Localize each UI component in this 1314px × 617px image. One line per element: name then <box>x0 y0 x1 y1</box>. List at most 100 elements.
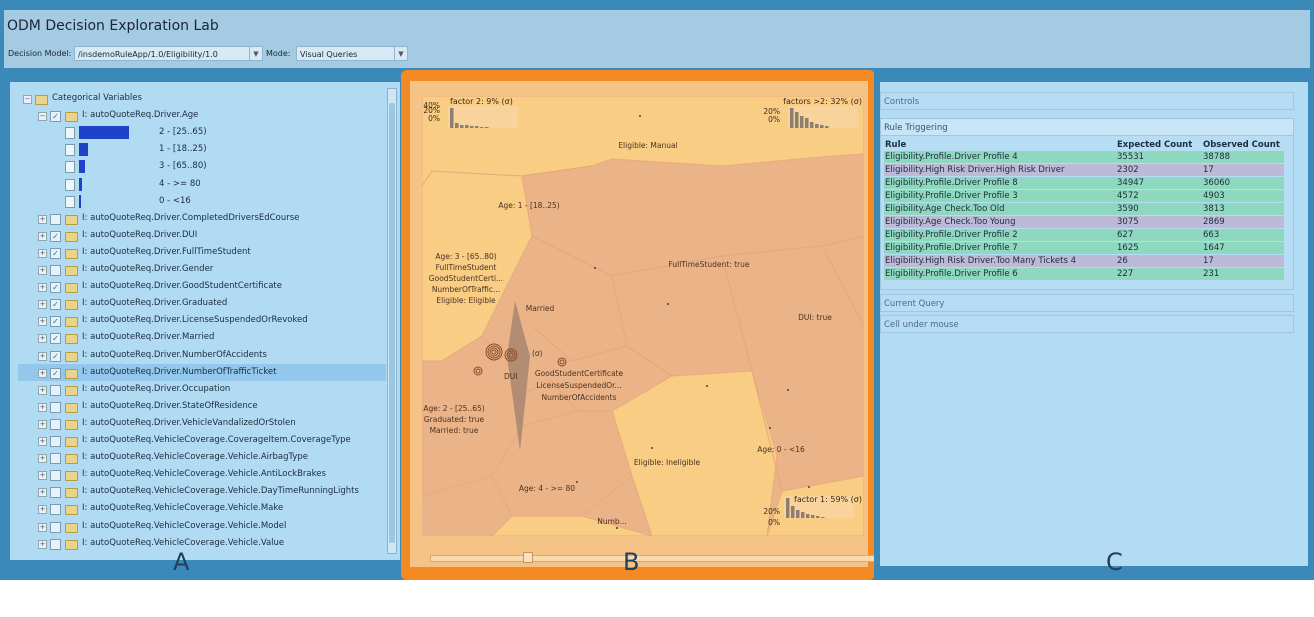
checkbox[interactable]: ✓ <box>50 299 61 311</box>
expand-icon[interactable]: + <box>38 300 47 310</box>
rule-row[interactable]: Eligibility.Profile.Driver Profile 4 3553… <box>884 151 1284 164</box>
rule-row[interactable]: Eligibility.High Risk Driver.High Risk D… <box>884 163 1284 177</box>
checkbox[interactable] <box>50 213 61 225</box>
checkbox[interactable]: ✓ <box>50 316 61 328</box>
expand-icon[interactable]: + <box>38 266 47 275</box>
col-header-rule[interactable]: Rule <box>884 139 1116 151</box>
expand-icon[interactable]: + <box>38 248 47 258</box>
expand-icon[interactable]: + <box>38 334 47 344</box>
cell-under-mouse-header[interactable]: Cell under mouse <box>880 315 1294 333</box>
tree-node[interactable]: + I: autoQuoteReq.VehicleCoverage.Vehicle… <box>10 466 386 483</box>
expand-icon[interactable]: + <box>38 368 47 378</box>
expand-icon[interactable]: + <box>38 214 47 224</box>
rule-row[interactable]: Eligibility.Profile.Driver Profile 3 4572… <box>884 189 1284 203</box>
tree-root-row[interactable]: − Categorical Variables <box>10 90 386 107</box>
age-bin-row[interactable]: 0 - <16 <box>10 193 386 210</box>
checkbox[interactable]: ✓ <box>50 333 61 345</box>
tree-node[interactable]: + I: autoQuoteReq.VehicleCoverage.Vehicle… <box>10 483 386 500</box>
checkbox[interactable] <box>50 436 61 447</box>
chevron-down-icon[interactable]: ▼ <box>249 47 262 60</box>
tree-node[interactable]: + I: autoQuoteReq.Driver.CompletedDrivers… <box>10 210 386 227</box>
expand-icon[interactable]: + <box>38 437 47 446</box>
age-bin-row[interactable]: 2 - [25..65) <box>10 124 386 141</box>
checkbox[interactable]: ✓ <box>50 367 61 379</box>
checkbox[interactable] <box>50 453 61 465</box>
checkbox[interactable]: ✓ <box>50 111 61 123</box>
tree-node[interactable]: + I: autoQuoteReq.Driver.StateOfResidence <box>10 398 386 415</box>
mode-select[interactable]: Visual Queries ▼ <box>296 46 408 61</box>
checkbox[interactable] <box>50 265 61 276</box>
tree-node-age[interactable]: − ✓ I: autoQuoteReq.Driver.Age <box>10 107 386 124</box>
collapse-icon[interactable]: − <box>38 112 47 122</box>
tree-node[interactable]: + ✓ I: autoQuoteReq.Driver.DUI <box>10 227 386 244</box>
current-query-header[interactable]: Current Query <box>880 294 1294 312</box>
tree-scrollbar[interactable] <box>387 88 397 554</box>
checkbox[interactable] <box>50 401 61 413</box>
expand-icon[interactable]: + <box>38 522 47 532</box>
tree-node[interactable]: + ✓ I: autoQuoteReq.Driver.Graduated <box>10 295 386 312</box>
col-header-observed[interactable]: Observed Count <box>1202 139 1284 151</box>
checkbox[interactable] <box>50 504 61 516</box>
tree-node[interactable]: + I: autoQuoteReq.VehicleCoverage.Vehicle… <box>10 449 386 466</box>
tree-node[interactable]: + I: autoQuoteReq.Driver.VehicleVandalize… <box>10 415 386 432</box>
age-bin-row[interactable]: 3 - [65..80) <box>10 158 386 175</box>
rule-row[interactable]: Eligibility.High Risk Driver.Too Many Ti… <box>884 254 1284 268</box>
map-label: Eligible: Ineligible <box>634 458 701 467</box>
tree-node[interactable]: + ✓ I: autoQuoteReq.Driver.NumberOfTraffic… <box>18 363 386 381</box>
expand-icon[interactable]: + <box>38 385 47 395</box>
expand-icon[interactable]: + <box>38 539 47 549</box>
factor-tick: 0% <box>768 518 780 527</box>
checkbox[interactable] <box>50 487 61 499</box>
controls-section-header[interactable]: Controls <box>880 92 1294 110</box>
mode-value: Visual Queries <box>300 50 358 59</box>
decision-model-select[interactable]: /insdemoRuleApp/1.0/Eligibility/1.0 ▼ <box>74 46 263 61</box>
age-bin-row[interactable]: 1 - [18..25) <box>10 141 386 158</box>
expand-icon[interactable]: + <box>38 419 47 429</box>
rule-row[interactable]: Eligibility.Age Check.Too Young 3075 2869 <box>884 215 1284 229</box>
tree-node[interactable]: + I: autoQuoteReq.VehicleCoverage.Vehicle… <box>10 535 386 552</box>
tree-node[interactable]: + I: autoQuoteReq.Driver.Gender <box>10 261 386 278</box>
tree-node[interactable]: + ✓ I: autoQuoteReq.Driver.LicenseSuspende… <box>10 312 386 329</box>
map-label: Age: 2 - [25..65) <box>423 404 484 413</box>
checkbox[interactable] <box>50 470 61 482</box>
tree-node[interactable]: + ✓ I: autoQuoteReq.Driver.NumberOfAcciden… <box>10 347 386 364</box>
checkbox[interactable]: ✓ <box>50 350 61 362</box>
col-header-expected[interactable]: Expected Count <box>1116 139 1202 151</box>
rule-triggering-header[interactable]: Rule Triggering <box>880 118 1294 136</box>
checkbox[interactable]: ✓ <box>50 282 61 294</box>
checkbox[interactable] <box>50 418 61 430</box>
rule-row[interactable]: Eligibility.Profile.Driver Profile 8 3494… <box>884 176 1284 190</box>
tree-node[interactable]: + I: autoQuoteReq.VehicleCoverage.Vehicle… <box>10 518 386 535</box>
expand-icon[interactable]: + <box>38 317 47 327</box>
checkbox[interactable]: ✓ <box>50 230 61 242</box>
expand-icon[interactable]: + <box>38 488 47 498</box>
checkbox[interactable]: ✓ <box>50 247 61 259</box>
expand-icon[interactable]: + <box>38 283 47 293</box>
tree-scrollbar-thumb[interactable] <box>389 103 395 543</box>
chevron-down-icon[interactable]: ▼ <box>394 47 407 60</box>
expand-icon[interactable]: + <box>38 231 47 241</box>
checkbox[interactable] <box>50 384 61 396</box>
voronoi-map[interactable]: Eligible: Manual Age: 1 - [18..25) FullTim… <box>422 96 864 536</box>
map-slider[interactable] <box>430 552 876 563</box>
tree-node[interactable]: + I: autoQuoteReq.Driver.Occupation <box>10 381 386 398</box>
expand-icon[interactable]: + <box>38 505 47 515</box>
tree-node[interactable]: + ✓ I: autoQuoteReq.Driver.GoodStudentCert… <box>10 278 386 295</box>
collapse-icon[interactable]: − <box>23 95 32 104</box>
rule-row[interactable]: Eligibility.Profile.Driver Profile 7 1625… <box>884 241 1284 255</box>
rule-row[interactable]: Eligibility.Profile.Driver Profile 2 627 6… <box>884 228 1284 242</box>
rule-row[interactable]: Eligibility.Age Check.Too Old 3590 3813 <box>884 202 1284 216</box>
tree-node[interactable]: + ✓ I: autoQuoteReq.Driver.Married <box>10 329 386 346</box>
tree-node[interactable]: + ✓ I: autoQuoteReq.Driver.FullTimeStudent <box>10 244 386 261</box>
expand-icon[interactable]: + <box>38 454 47 464</box>
expand-icon[interactable]: + <box>38 351 47 361</box>
tree-node[interactable]: + I: autoQuoteReq.VehicleCoverage.Coverag… <box>10 432 386 449</box>
rule-row[interactable]: Eligibility.Profile.Driver Profile 6 227 2… <box>884 267 1284 281</box>
tree-node[interactable]: + I: autoQuoteReq.VehicleCoverage.Vehicle… <box>10 500 386 517</box>
expand-icon[interactable]: + <box>38 471 47 481</box>
map-slider-knob[interactable] <box>523 552 533 563</box>
checkbox[interactable] <box>50 538 61 550</box>
age-bin-row[interactable]: 4 - >= 80 <box>10 176 386 193</box>
expand-icon[interactable]: + <box>38 402 47 412</box>
checkbox[interactable] <box>50 521 61 533</box>
